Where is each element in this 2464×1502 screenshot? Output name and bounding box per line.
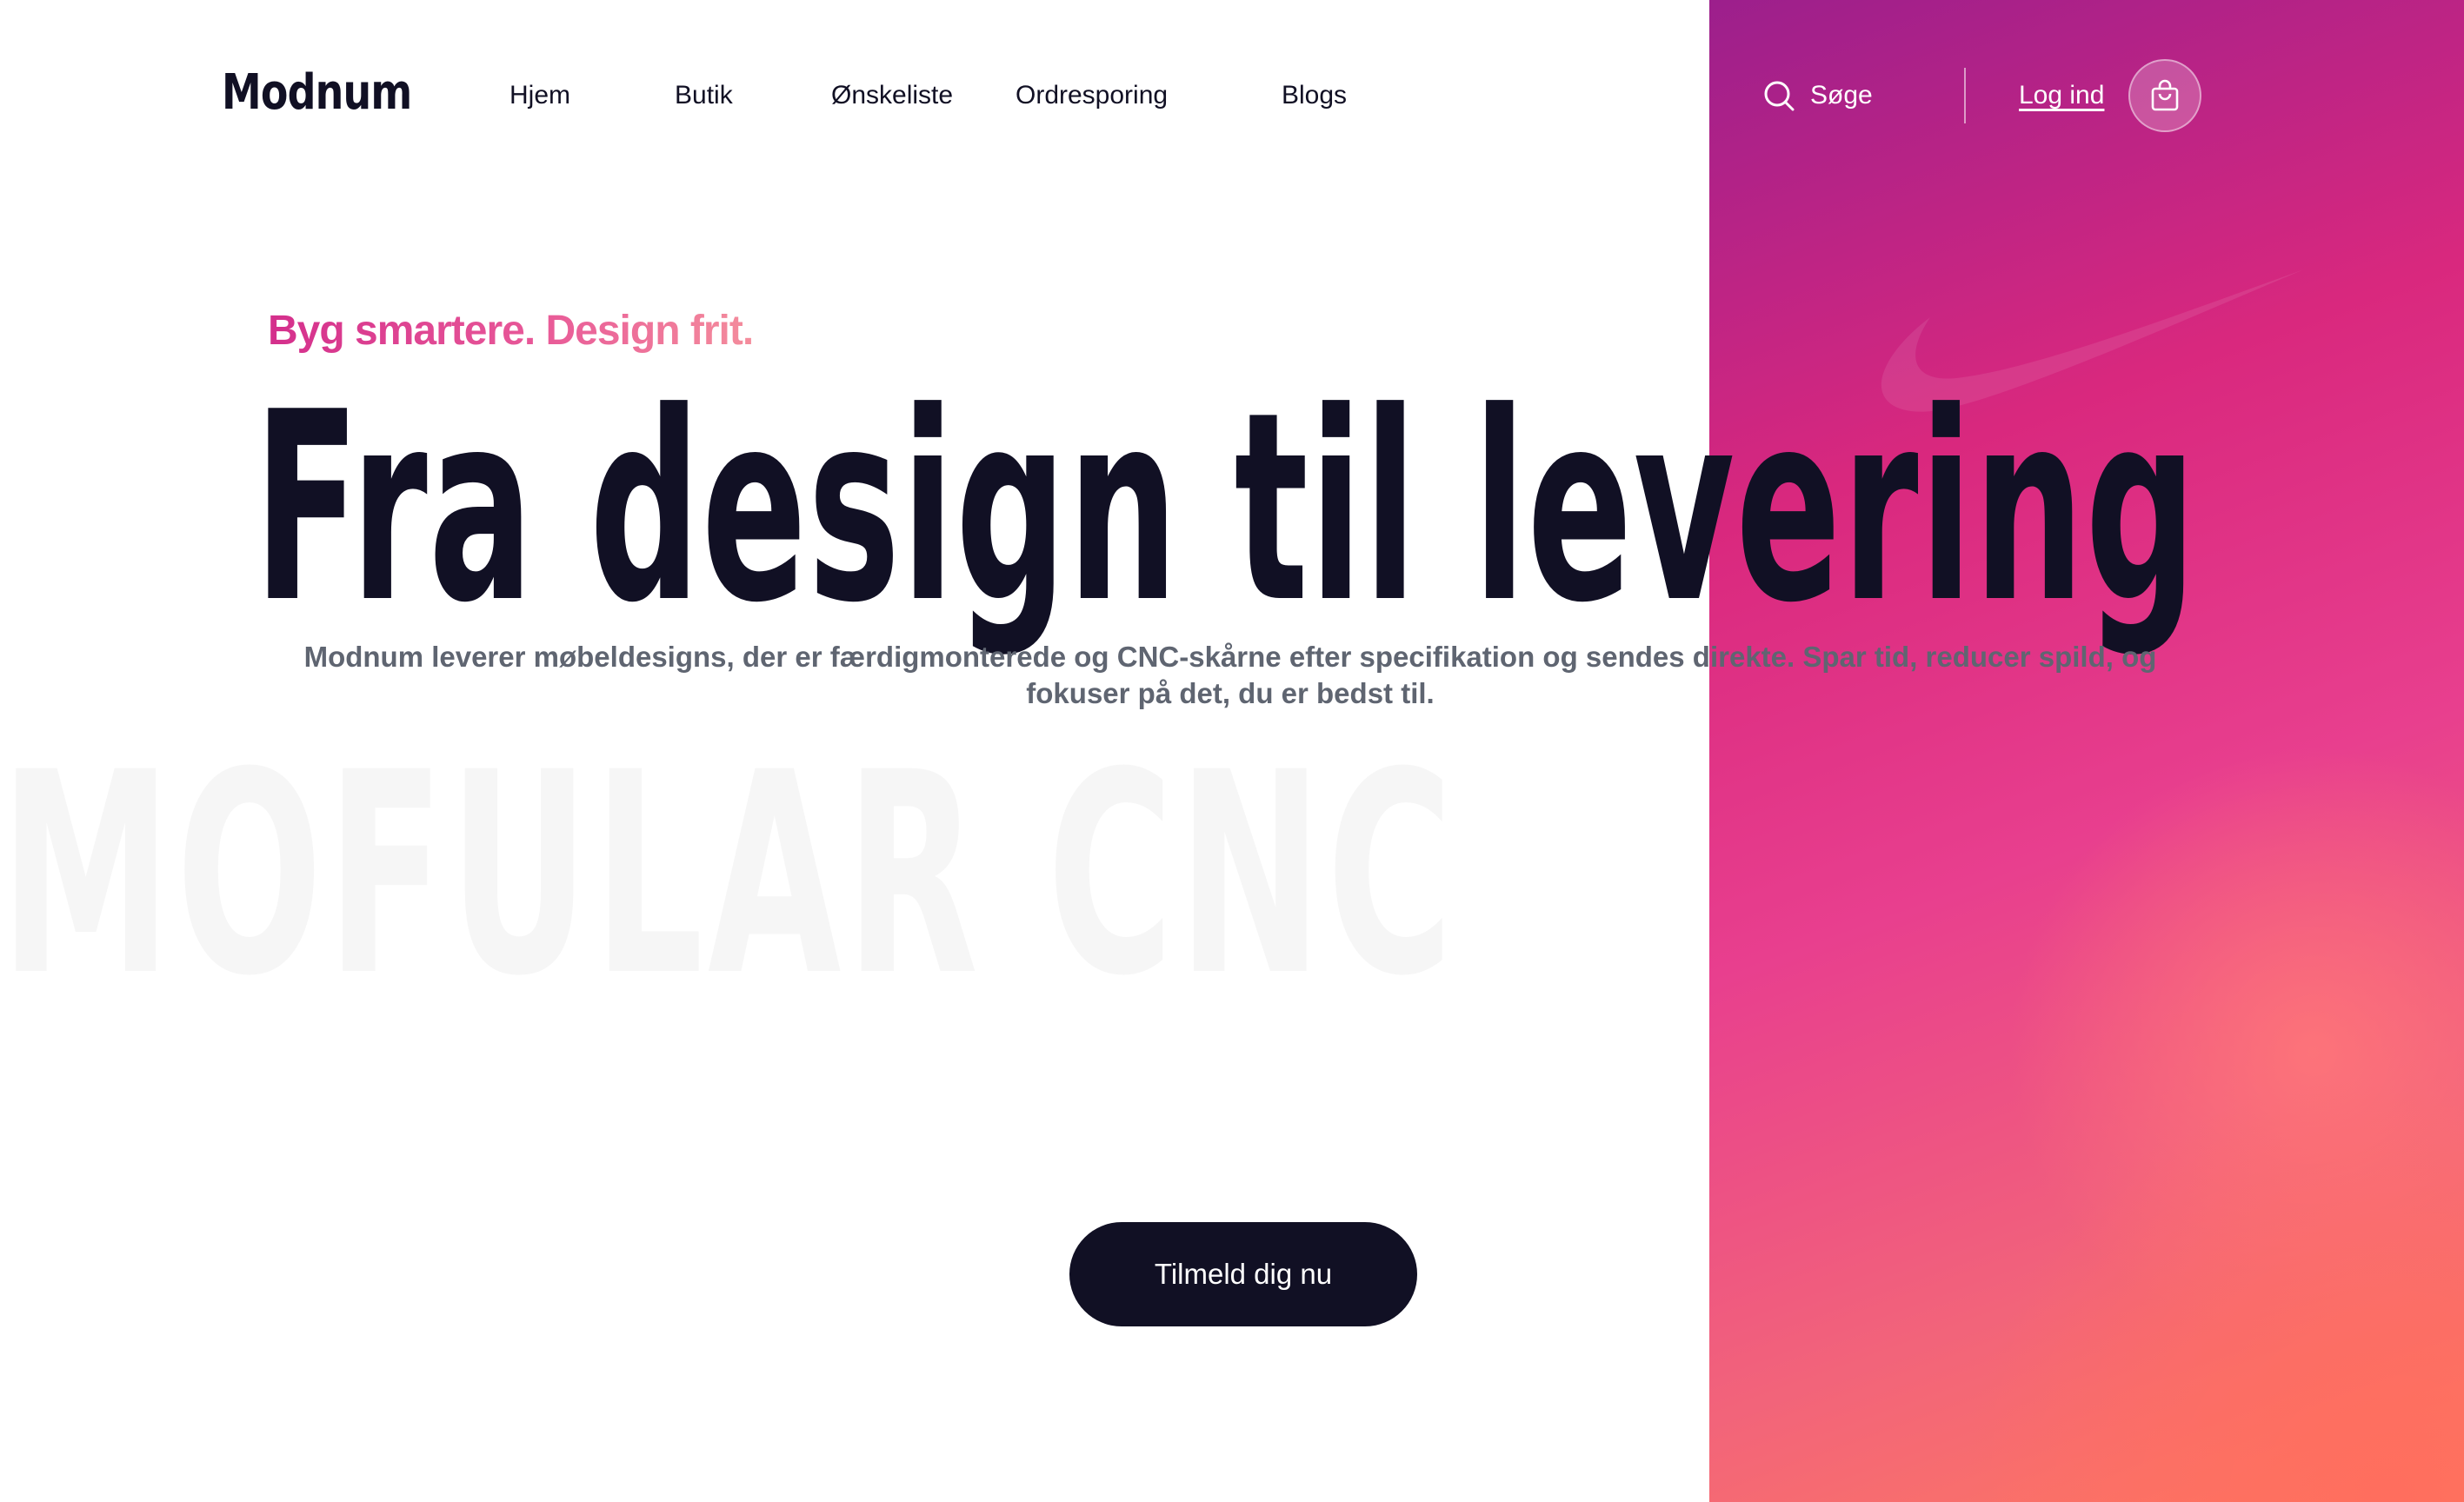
- nav-item-butik[interactable]: Butik: [675, 71, 733, 120]
- search-label: Søge: [1810, 81, 1873, 110]
- nav-item-blogs[interactable]: Blogs: [1282, 71, 1347, 120]
- header-divider: [1964, 68, 1966, 123]
- background-watermark-text: MOFULAR CNC Furniture: [0, 732, 1528, 1019]
- shopping-bag-icon: [2151, 79, 2179, 111]
- hero-description: Modnum leverer møbeldesigns, der er færd…: [303, 641, 2157, 709]
- nav-item-onskeliste[interactable]: Ønskeliste: [831, 71, 953, 120]
- hero-headline: Fra design til levering: [254, 356, 2198, 660]
- signup-cta-button[interactable]: Tilmeld dig nu: [1069, 1222, 1417, 1326]
- search-icon: [1764, 81, 1795, 111]
- cart-button[interactable]: [2128, 59, 2201, 132]
- gradient-hero-panel: [1709, 0, 2464, 1502]
- login-link[interactable]: Log ind: [2019, 71, 2104, 120]
- search-button[interactable]: Søge: [1761, 71, 1873, 120]
- brand-logo[interactable]: Modnum: [222, 63, 412, 123]
- nav-item-hjem[interactable]: Hjem: [509, 71, 570, 120]
- hero-tagline: Byg smartere. Design frit.: [268, 301, 754, 362]
- nav-item-ordresporing[interactable]: Ordresporing: [1016, 71, 1168, 120]
